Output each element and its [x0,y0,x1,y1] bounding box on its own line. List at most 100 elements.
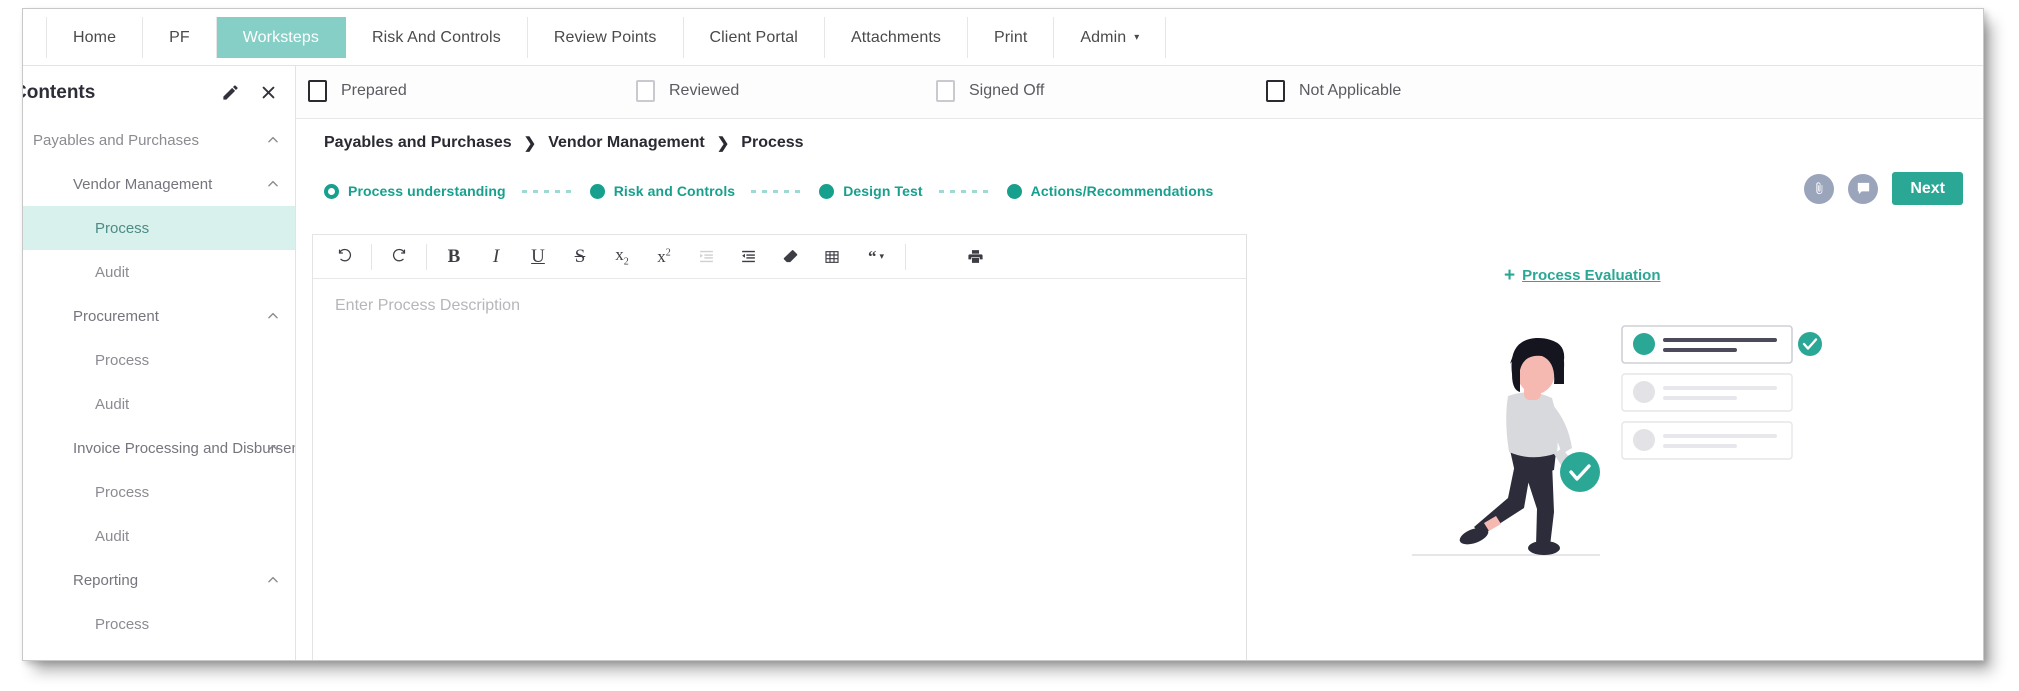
sidebar-item-label: Invoice Processing and Disbursement [73,439,295,457]
next-button[interactable]: Next [1892,172,1963,205]
breadcrumb-item[interactable]: Payables and Purchases [324,134,512,152]
step-connector [938,189,991,193]
tab-label: PF [169,28,190,46]
sidebar-item-label: Audit [95,395,130,413]
header-actions: Next [1804,172,1963,205]
checkbox[interactable] [936,80,955,102]
checkbox[interactable] [636,80,655,102]
editor-toolbar: B I U Sx2 x2 “▾ [313,235,1246,279]
tab-label: Risk And Controls [371,28,501,46]
breadcrumb-separator: ❯ [716,135,730,152]
sidebar-item-audit[interactable]: Audit [23,514,295,558]
tab-print[interactable]: Print [967,17,1055,58]
indent-icon[interactable] [727,235,769,279]
chevron-up-icon[interactable] [266,177,280,191]
status-not-applicable[interactable]: Not Applicable [1266,80,1401,102]
illustration-svg [1412,325,1822,556]
contents-tree: Payables and Purchases Vendor Management P… [23,118,295,646]
bold-icon[interactable]: B [433,235,475,279]
blockquote-icon[interactable]: “▾ [853,235,899,279]
sidebar-item-process[interactable]: Process [23,602,295,646]
comment-icon[interactable] [1848,173,1879,204]
edit-icon[interactable] [220,82,240,102]
close-icon[interactable] [258,82,278,102]
tab-risk-and-controls[interactable]: Risk And Controls [345,17,528,58]
sidebar-item-label: Audit [95,527,130,545]
undo-icon[interactable] [323,235,365,279]
step-design-test[interactable]: Design Test [819,183,923,199]
sidebar-item-payables-and-purchases[interactable]: Payables and Purchases [23,118,295,162]
sidebar-title: Contents [23,82,96,103]
screenshot-root: Home PF Worksteps Risk And Controls Review P… [0,0,2019,691]
tab-worksteps[interactable]: Worksteps [216,17,346,58]
status-reviewed[interactable]: Reviewed [636,80,739,102]
step-label: Actions/Recommendations [1030,183,1214,199]
sidebar-item-reporting[interactable]: Reporting [23,558,295,602]
status-label: Not Applicable [1299,82,1402,99]
top-tab-bar: Home PF Worksteps Risk And Controls Review P… [23,9,1983,66]
toolbar-divider [426,243,427,270]
superscript-icon[interactable]: x2 [643,235,685,279]
table-icon[interactable] [811,235,853,279]
strikethrough-icon[interactable]: S [559,235,601,279]
step-risk-and-controls[interactable]: Risk and Controls [589,183,736,199]
editor-body[interactable]: Enter Process Description [313,279,1246,660]
sidebar-item-vendor-management[interactable]: Vendor Management [23,162,295,206]
chevron-down-icon: ▾ [1134,31,1140,43]
breadcrumb: Payables and Purchases ❯ Vendor Management… [324,134,804,152]
tab-admin[interactable]: Admin ▾ [1054,17,1167,58]
tab-strip: Home PF Worksteps Risk And Controls Review P… [46,17,1167,58]
chevron-up-icon[interactable] [266,309,280,323]
sidebar-item-audit[interactable]: Audit [23,250,295,294]
process-evaluation-label: Process Evaluation [1522,267,1661,284]
tab-label: Print [993,28,1028,46]
sidebar-item-label: Process [95,351,150,369]
sidebar-item-label: Process [95,615,150,633]
underline-icon[interactable]: U [517,235,559,279]
tab-review-points[interactable]: Review Points [527,17,684,58]
status-prepared[interactable]: Prepared [308,80,407,102]
tab-label: Client Portal [709,28,798,46]
breadcrumb-item[interactable]: Process [741,134,803,152]
checkbox[interactable] [308,80,327,102]
tab-home[interactable]: Home [46,17,144,58]
sidebar-item-process[interactable]: Process [23,470,295,514]
sidebar-actions [220,82,278,102]
sidebar-item-process[interactable]: Process [23,338,295,382]
sidebar-item-process[interactable]: Process [23,206,295,250]
chevron-up-icon[interactable] [266,133,280,147]
breadcrumb-separator: ❯ [523,135,537,152]
paperclip-icon[interactable] [1804,173,1835,204]
checkbox[interactable] [1266,80,1285,102]
tab-attachments[interactable]: Attachments [824,17,968,58]
main-content: Prepared Reviewed Signed Off Not Applicable… [296,66,1983,660]
step-actions-recommendations[interactable]: Actions/Recommendations [1006,183,1214,199]
eraser-icon[interactable] [769,235,811,279]
subscript-icon[interactable]: x2 [601,235,643,279]
redo-icon[interactable] [378,235,420,279]
tab-label: Admin [1080,28,1127,46]
tab-pf[interactable]: PF [143,17,217,58]
status-checkbox-row: Prepared Reviewed Signed Off Not Applicable [296,66,1983,119]
print-icon[interactable] [954,235,996,279]
italic-icon[interactable]: I [475,235,517,279]
sidebar-item-label: Vendor Management [73,175,213,193]
step-dot-icon [1006,183,1022,199]
chevron-up-icon[interactable] [266,441,280,455]
workstep-stepper: Process understanding Risk and Controls De… [324,178,1213,204]
chevron-up-icon[interactable] [266,573,280,587]
sidebar-item-audit[interactable]: Audit [23,382,295,426]
tab-label: Worksteps [242,28,319,46]
sidebar-header: Contents [23,66,295,118]
editor-placeholder: Enter Process Description [335,297,520,314]
sidebar-item-invoice-processing-and-disbursement[interactable]: Invoice Processing and Disbursement [23,426,295,470]
tab-client-portal[interactable]: Client Portal [683,17,825,58]
outdent-icon[interactable] [685,235,727,279]
status-signed-off[interactable]: Signed Off [936,80,1044,102]
process-evaluation-link[interactable]: + Process Evaluation [1504,266,1661,285]
source-code-icon[interactable] [912,235,954,279]
application-window: Home PF Worksteps Risk And Controls Review P… [22,8,1984,661]
breadcrumb-item[interactable]: Vendor Management [548,134,704,152]
step-process-understanding[interactable]: Process understanding [324,183,506,199]
sidebar-item-procurement[interactable]: Procurement [23,294,295,338]
